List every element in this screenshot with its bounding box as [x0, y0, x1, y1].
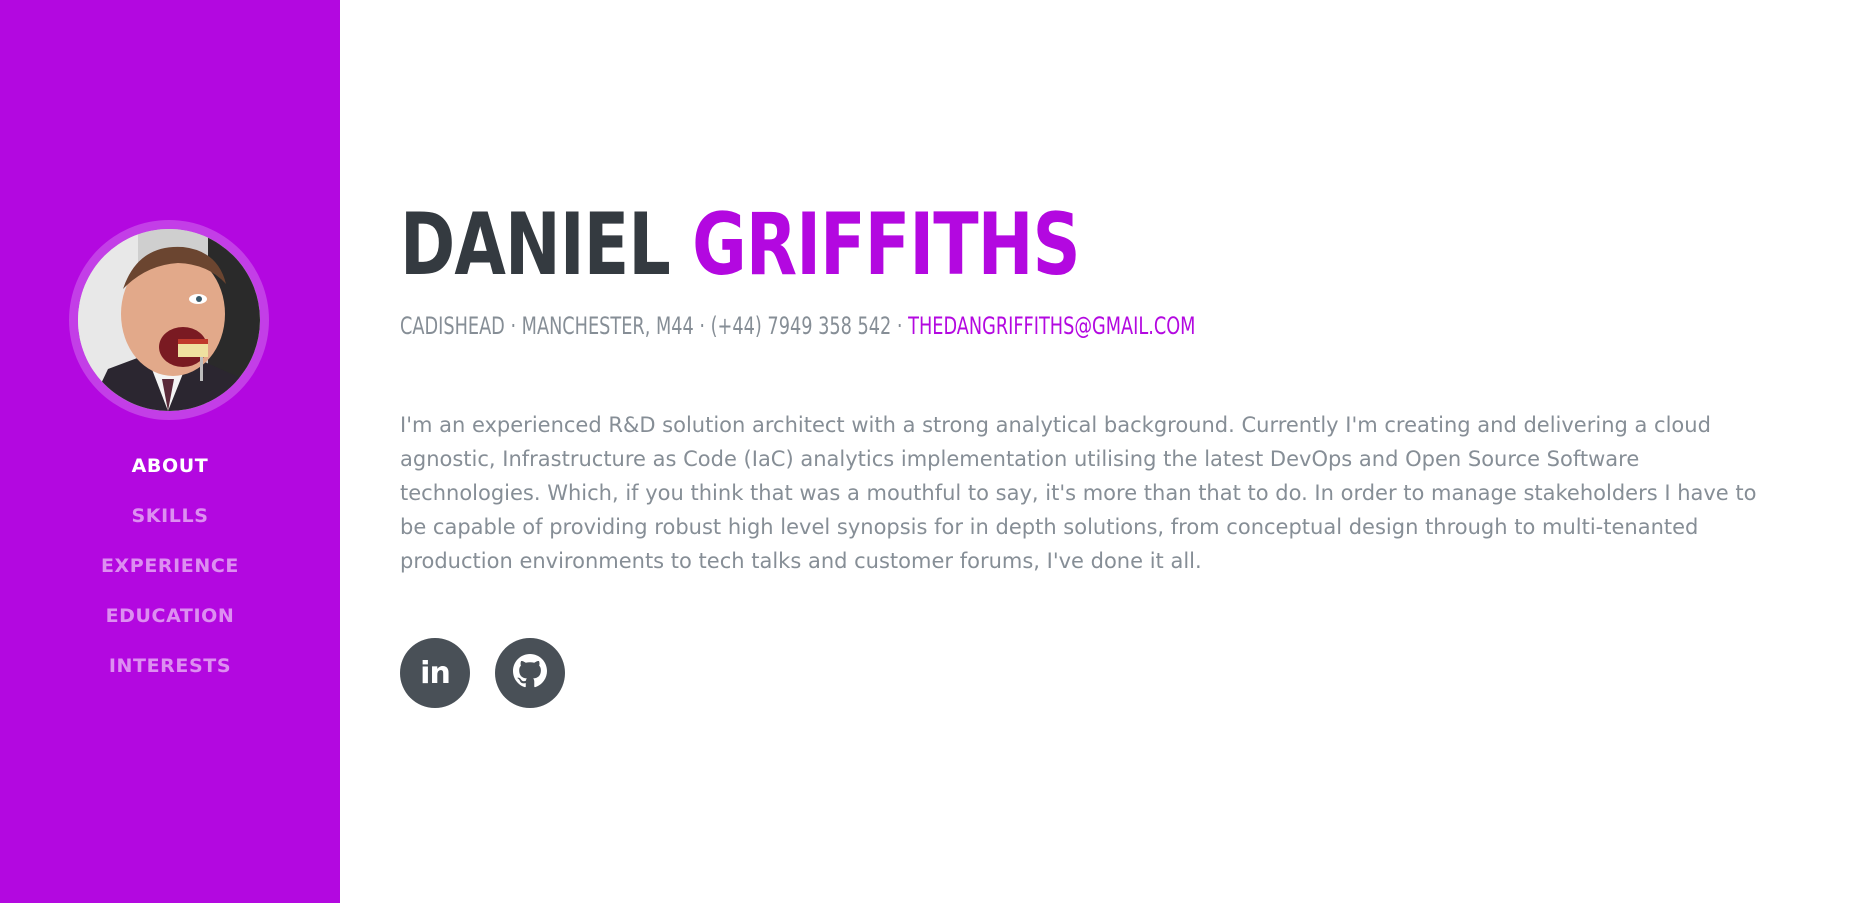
- contact-details: CADISHEAD · MANCHESTER, M44 · (+44) 7949…: [400, 312, 909, 340]
- github-button[interactable]: [495, 638, 565, 708]
- sidebar-nav: ABOUT SKILLS EXPERIENCE EDUCATION INTERE…: [0, 450, 340, 700]
- linkedin-button[interactable]: in: [400, 638, 470, 708]
- last-name: GRIFFITHS: [692, 195, 1080, 295]
- email-link[interactable]: THEDANGRIFFITHS@GMAIL.COM: [908, 312, 1195, 340]
- first-name: DANIEL: [400, 195, 671, 295]
- github-icon: [513, 654, 547, 692]
- linkedin-icon: in: [420, 655, 451, 691]
- nav-item-education[interactable]: EDUCATION: [0, 600, 340, 650]
- nav-item-about[interactable]: ABOUT: [0, 450, 340, 500]
- avatar: [69, 220, 269, 420]
- nav-item-interests[interactable]: INTERESTS: [0, 650, 340, 700]
- sidebar: ABOUT SKILLS EXPERIENCE EDUCATION INTERE…: [0, 0, 340, 903]
- social-links: in: [400, 638, 565, 708]
- page-title: DANIEL GRIFFITHS: [400, 190, 1081, 300]
- nav-item-skills[interactable]: SKILLS: [0, 500, 340, 550]
- contact-line: CADISHEAD · MANCHESTER, M44 · (+44) 7949…: [400, 310, 1195, 342]
- avatar-image: [78, 229, 260, 411]
- about-bio: I'm an experienced R&D solution architec…: [400, 413, 1757, 573]
- nav-item-experience[interactable]: EXPERIENCE: [0, 550, 340, 600]
